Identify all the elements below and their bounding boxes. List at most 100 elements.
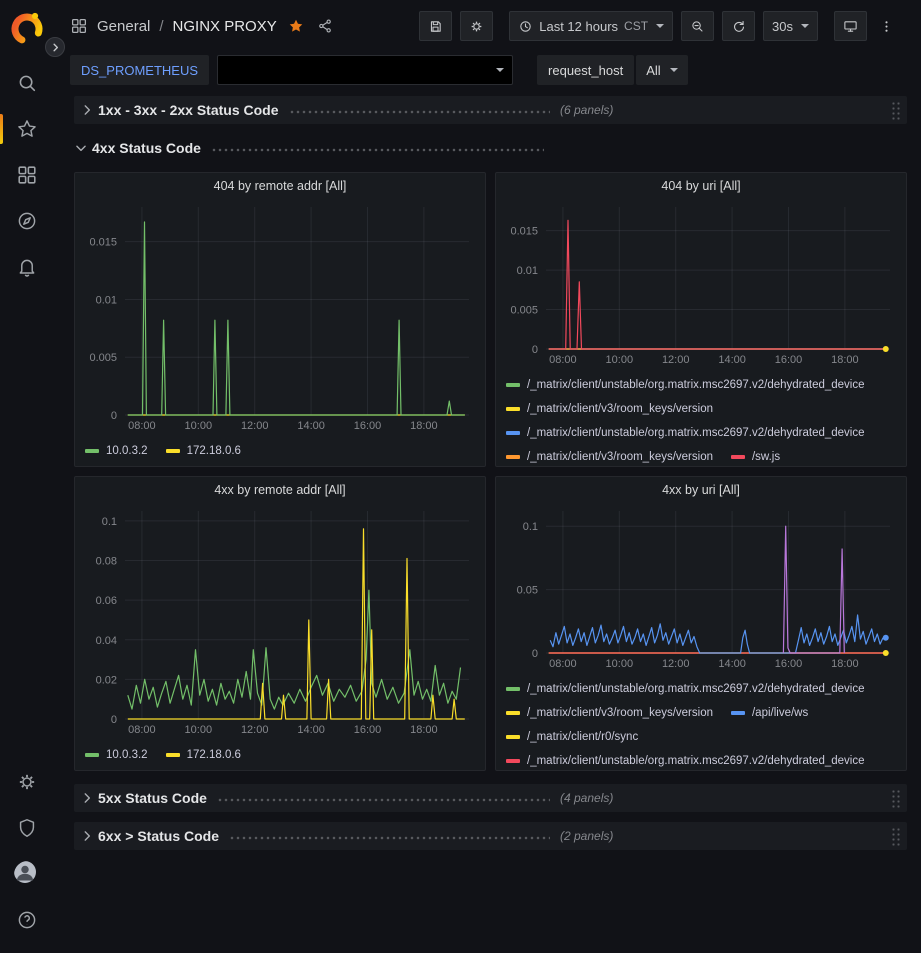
- time-series-chart[interactable]: 08:0010:0012:0014:0016:0018:0000.0050.01…: [496, 199, 906, 367]
- legend-swatch: [731, 711, 745, 715]
- svg-text:08:00: 08:00: [128, 724, 156, 736]
- dashboard-row-6xx[interactable]: 6xx > Status Code (2 panels): [74, 822, 907, 850]
- svg-text:0.06: 0.06: [96, 595, 117, 607]
- time-series-chart[interactable]: 08:0010:0012:0014:0016:0018:0000.0050.01…: [75, 199, 485, 433]
- share-alt-icon: [317, 18, 333, 34]
- legend-item[interactable]: /_matrix/client/unstable/org.matrix.msc2…: [506, 427, 865, 439]
- svg-text:16:00: 16:00: [354, 420, 382, 432]
- legend-item[interactable]: 10.0.3.2: [85, 749, 148, 761]
- bell-icon: [16, 256, 38, 278]
- panel-title[interactable]: 4xx by uri [All]: [496, 477, 906, 503]
- sidebar-item-profile[interactable]: [0, 851, 54, 897]
- sidebar-item-dashboards[interactable]: [0, 152, 54, 198]
- legend-swatch: [85, 753, 99, 757]
- sidebar-item-alerting[interactable]: [0, 244, 54, 290]
- legend-item[interactable]: /api/live/ws: [731, 707, 808, 719]
- grafana-logo[interactable]: [7, 8, 47, 48]
- dashboard-settings-button[interactable]: [460, 11, 493, 41]
- svg-text:14:00: 14:00: [297, 724, 325, 736]
- legend-item[interactable]: /_matrix/client/r0/sync: [506, 731, 638, 743]
- search-icon: [16, 72, 38, 94]
- svg-text:0.1: 0.1: [102, 516, 117, 528]
- legend-swatch: [506, 735, 520, 739]
- panel-title[interactable]: 404 by uri [All]: [496, 173, 906, 199]
- breadcrumb-section[interactable]: General: [97, 18, 150, 35]
- svg-text:0: 0: [111, 410, 117, 422]
- svg-text:0.1: 0.1: [523, 521, 538, 533]
- dashboard-row-1xx-3xx-2xx[interactable]: 1xx - 3xx - 2xx Status Code (6 panels): [74, 96, 907, 124]
- legend-item[interactable]: /_matrix/client/unstable/org.matrix.msc2…: [506, 683, 865, 695]
- time-range-picker[interactable]: Last 12 hours CST: [509, 11, 673, 41]
- svg-text:10:00: 10:00: [606, 354, 634, 366]
- chevron-down-icon: [74, 141, 88, 155]
- request-host-variable-value: All: [646, 63, 660, 78]
- panel-legend: /_matrix/client/unstable/org.matrix.msc2…: [496, 367, 906, 466]
- refresh-button[interactable]: [722, 11, 755, 41]
- row-drag-handle[interactable]: [891, 827, 901, 846]
- star-filled-icon: [288, 18, 304, 34]
- cycle-view-mode-button[interactable]: [834, 11, 867, 41]
- favorite-star-button[interactable]: [286, 16, 306, 36]
- shield-icon: [16, 817, 38, 839]
- sidebar-item-starred[interactable]: [0, 106, 54, 152]
- sidebar-item-search[interactable]: [0, 60, 54, 106]
- breadcrumb-title[interactable]: NGINX PROXY: [173, 18, 277, 35]
- legend-item[interactable]: /_matrix/client/v3/room_keys/version: [506, 403, 713, 415]
- panel-4xx-by-uri: 4xx by uri [All] 08:0010:0012:0014:0016:…: [495, 476, 907, 771]
- row-title: 5xx Status Code: [98, 790, 207, 806]
- datasource-variable-label[interactable]: DS_PROMETHEUS: [70, 55, 209, 85]
- sidebar-item-help[interactable]: [0, 897, 54, 943]
- chevron-right-icon: [50, 42, 61, 53]
- svg-text:12:00: 12:00: [662, 354, 690, 366]
- legend-item[interactable]: /_matrix/client/unstable/org.matrix.msc2…: [506, 755, 865, 767]
- share-button[interactable]: [315, 16, 335, 36]
- time-series-chart[interactable]: 08:0010:0012:0014:0016:0018:0000.020.040…: [75, 503, 485, 737]
- gear-icon: [16, 771, 38, 793]
- sidebar-expand-button[interactable]: [45, 37, 65, 57]
- sidebar-item-server-admin[interactable]: [0, 805, 54, 851]
- grafana-logo-icon: [7, 8, 47, 48]
- save-dashboard-button[interactable]: [419, 11, 452, 41]
- svg-text:0.02: 0.02: [96, 674, 117, 686]
- request-host-variable-select[interactable]: All: [636, 55, 687, 85]
- panel-legend: 10.0.3.2 172.18.0.6: [75, 433, 485, 466]
- sidebar-item-explore[interactable]: [0, 198, 54, 244]
- row-panel-count: (6 panels): [560, 103, 613, 117]
- legend-item[interactable]: /sw.js: [731, 451, 780, 463]
- row-drag-handle[interactable]: [891, 101, 901, 120]
- sync-icon: [731, 19, 746, 34]
- dashboard-row-4xx[interactable]: 4xx Status Code: [74, 134, 907, 162]
- legend-item[interactable]: 10.0.3.2: [85, 445, 148, 457]
- legend-swatch: [506, 431, 520, 435]
- sidebar: [0, 0, 54, 953]
- question-circle-icon: [16, 909, 38, 931]
- dotted-leader: [289, 110, 550, 114]
- panel-title[interactable]: 404 by remote addr [All]: [75, 173, 485, 199]
- datasource-variable-select[interactable]: [217, 55, 513, 85]
- svg-text:0: 0: [532, 344, 538, 356]
- legend-item[interactable]: 172.18.0.6: [166, 749, 241, 761]
- dashboard-toolbar: Last 12 hours CST 30s: [419, 11, 905, 41]
- legend-swatch: [506, 711, 520, 715]
- svg-text:0.005: 0.005: [89, 352, 117, 364]
- zoom-out-button[interactable]: [681, 11, 714, 41]
- kebab-menu-button[interactable]: [875, 11, 905, 41]
- refresh-interval-dropdown[interactable]: 30s: [763, 11, 818, 41]
- row-title: 6xx > Status Code: [98, 828, 219, 844]
- svg-text:16:00: 16:00: [775, 658, 803, 670]
- refresh-interval-label: 30s: [772, 19, 793, 34]
- legend-item[interactable]: /_matrix/client/v3/room_keys/version: [506, 451, 713, 463]
- legend-item[interactable]: 172.18.0.6: [166, 445, 241, 457]
- time-series-chart[interactable]: 08:0010:0012:0014:0016:0018:0000.050.1: [496, 503, 906, 671]
- row-title: 1xx - 3xx - 2xx Status Code: [98, 102, 279, 118]
- legend-item[interactable]: /_matrix/client/unstable/org.matrix.msc2…: [506, 379, 865, 391]
- panel-title[interactable]: 4xx by remote addr [All]: [75, 477, 485, 503]
- svg-text:12:00: 12:00: [241, 420, 269, 432]
- row-drag-handle[interactable]: [891, 789, 901, 808]
- dashboard-row-5xx[interactable]: 5xx Status Code (4 panels): [74, 784, 907, 812]
- legend-item[interactable]: /_matrix/client/v3/room_keys/version: [506, 707, 713, 719]
- svg-text:14:00: 14:00: [297, 420, 325, 432]
- svg-text:0.04: 0.04: [96, 635, 117, 647]
- sidebar-item-configuration[interactable]: [0, 759, 54, 805]
- search-minus-icon: [690, 19, 705, 34]
